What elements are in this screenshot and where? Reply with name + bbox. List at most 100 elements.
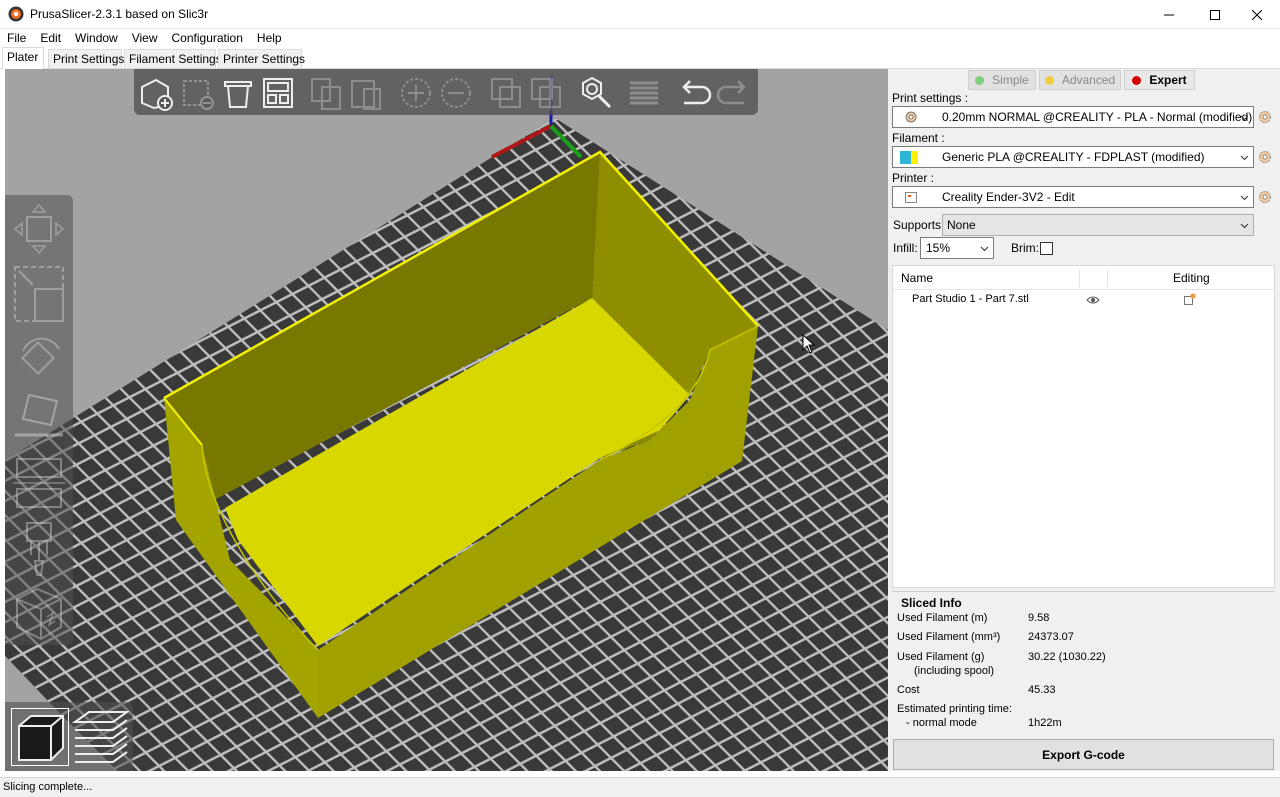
used-filament-m-label: Used Filament (m) <box>897 612 988 624</box>
tab-bar: Plater Print Settings Filament Settings … <box>0 47 1280 70</box>
print-settings-combo[interactable]: 0.20mm NORMAL @CREALITY - PLA - Normal (… <box>892 106 1254 128</box>
infill-label: Infill: <box>893 241 918 255</box>
printer-value: Creality Ender-3V2 - Edit <box>942 190 1075 204</box>
menu-edit[interactable]: Edit <box>33 29 68 47</box>
sliced-info-title: Sliced Info <box>901 596 962 610</box>
title-bar: PrusaSlicer-2.3.1 based on Slic3r <box>0 0 1280 29</box>
arrange-icon[interactable] <box>260 75 296 111</box>
normal-mode-label: - normal mode <box>906 717 977 729</box>
including-spool-label: (including spool) <box>914 665 995 677</box>
cut-icon[interactable] <box>13 453 65 513</box>
object-list[interactable]: Name Editing Part Studio 1 - Part 7.stl <box>892 265 1275 588</box>
mode-simple-button[interactable]: Simple <box>968 70 1036 90</box>
mode-expert-button[interactable]: Expert <box>1124 70 1195 90</box>
view-toolbar <box>5 702 133 771</box>
close-button[interactable] <box>1234 0 1280 29</box>
used-filament-m-value: 9.58 <box>1028 612 1050 624</box>
search-icon[interactable] <box>578 75 614 111</box>
supports-value: None <box>947 218 976 232</box>
printer-icon <box>905 192 917 203</box>
maximize-icon <box>1210 9 1220 20</box>
split-parts-icon[interactable] <box>528 75 564 111</box>
redo-icon[interactable] <box>716 75 752 111</box>
copy-icon[interactable] <box>308 75 344 111</box>
printer-combo[interactable]: Creality Ender-3V2 - Edit <box>892 186 1254 208</box>
printer-label: Printer : <box>892 171 935 185</box>
delete-icon[interactable] <box>180 75 216 111</box>
menu-bar: File Edit Window View Configuration Help <box>0 29 1280 47</box>
menu-file[interactable]: File <box>0 29 33 47</box>
print-settings-icon <box>905 111 917 123</box>
brim-label: Brim: <box>1011 241 1039 255</box>
window-title: PrusaSlicer-2.3.1 based on Slic3r <box>30 7 209 21</box>
gear-icon[interactable] <box>1258 150 1272 164</box>
menu-window[interactable]: Window <box>68 29 125 47</box>
brim-checkbox[interactable] <box>1040 242 1053 255</box>
mode-simple-dot <box>975 75 985 85</box>
supports-select[interactable]: None <box>942 214 1254 236</box>
preview-icon[interactable] <box>71 708 129 766</box>
mode-expert-dot <box>1132 75 1142 85</box>
place-on-face-icon[interactable] <box>13 391 65 445</box>
used-filament-g-value: 30.22 (1030.22) <box>1028 651 1106 663</box>
tab-filament-settings[interactable]: Filament Settings <box>124 49 222 69</box>
gear-icon[interactable] <box>1258 110 1272 124</box>
undo-icon[interactable] <box>676 75 712 111</box>
move-icon[interactable] <box>13 203 65 255</box>
prusaslicer-logo-icon <box>8 6 24 22</box>
add-icon[interactable] <box>138 75 174 111</box>
mode-advanced-button[interactable]: Advanced <box>1039 70 1121 90</box>
paste-icon[interactable] <box>348 75 384 111</box>
menu-view[interactable]: View <box>125 29 165 47</box>
3d-scene[interactable] <box>5 69 888 771</box>
3d-scene-viewport[interactable] <box>5 69 888 771</box>
minimize-button[interactable] <box>1146 0 1192 29</box>
cost-value: 45.33 <box>1028 684 1056 696</box>
used-filament-mm3-label: Used Filament (mm³) <box>897 631 1001 643</box>
layers-editing-icon[interactable] <box>626 75 662 111</box>
status-text: Slicing complete... <box>3 781 93 793</box>
used-filament-g-label: Used Filament (g) <box>897 651 985 663</box>
delete-all-icon[interactable] <box>220 75 256 111</box>
print-settings-label: Print settings : <box>892 91 969 105</box>
gear-icon[interactable] <box>1258 190 1272 204</box>
add-instance-icon[interactable] <box>398 75 434 111</box>
infill-combo[interactable]: 15% <box>920 237 994 259</box>
minimize-icon <box>1164 14 1174 15</box>
mode-advanced-dot <box>1044 75 1054 85</box>
supports-paint-icon[interactable] <box>13 521 65 577</box>
tab-plater[interactable]: Plater <box>2 47 44 70</box>
mode-simple-label: Simple <box>992 73 1029 87</box>
tab-printer-settings[interactable]: Printer Settings <box>218 49 305 69</box>
print-time-value: 1h22m <box>1028 717 1062 729</box>
main-toolbar <box>134 69 758 115</box>
tab-print-settings[interactable]: Print Settings <box>48 49 124 69</box>
chevron-down-icon <box>980 246 989 252</box>
scale-icon[interactable] <box>13 265 65 323</box>
eye-icon[interactable] <box>1086 295 1100 305</box>
column-name[interactable]: Name <box>901 271 933 285</box>
filament-combo[interactable]: Generic PLA @CREALITY - FDPLAST (modifie… <box>892 146 1254 168</box>
filament-label: Filament : <box>892 131 945 145</box>
export-gcode-button[interactable]: Export G-code <box>893 739 1274 770</box>
remove-instance-icon[interactable] <box>438 75 474 111</box>
chevron-down-icon <box>1240 115 1249 121</box>
print-time-label: Estimated printing time: <box>897 703 1012 715</box>
status-bar: Slicing complete... <box>0 777 1280 797</box>
maximize-button[interactable] <box>1192 0 1238 29</box>
split-objects-icon[interactable] <box>488 75 524 111</box>
settings-sidebar: Simple Advanced Expert Print settings : … <box>888 69 1280 771</box>
object-list-header: Name Editing <box>893 266 1274 290</box>
rotate-icon[interactable] <box>13 331 65 383</box>
gizmo-toolbar <box>5 195 73 645</box>
edit-object-icon[interactable] <box>1183 292 1197 306</box>
menu-configuration[interactable]: Configuration <box>165 29 250 47</box>
seam-paint-icon[interactable] <box>13 585 65 641</box>
filament-color-swatch <box>900 151 918 164</box>
mouse-cursor-icon <box>802 334 816 354</box>
menu-help[interactable]: Help <box>250 29 289 47</box>
list-item[interactable]: Part Studio 1 - Part 7.stl <box>893 290 1274 310</box>
3d-view-icon[interactable] <box>11 708 69 766</box>
sliced-info-panel: Sliced Info Used Filament (m) 9.58 Used … <box>892 591 1275 733</box>
column-editing[interactable]: Editing <box>1173 271 1210 285</box>
